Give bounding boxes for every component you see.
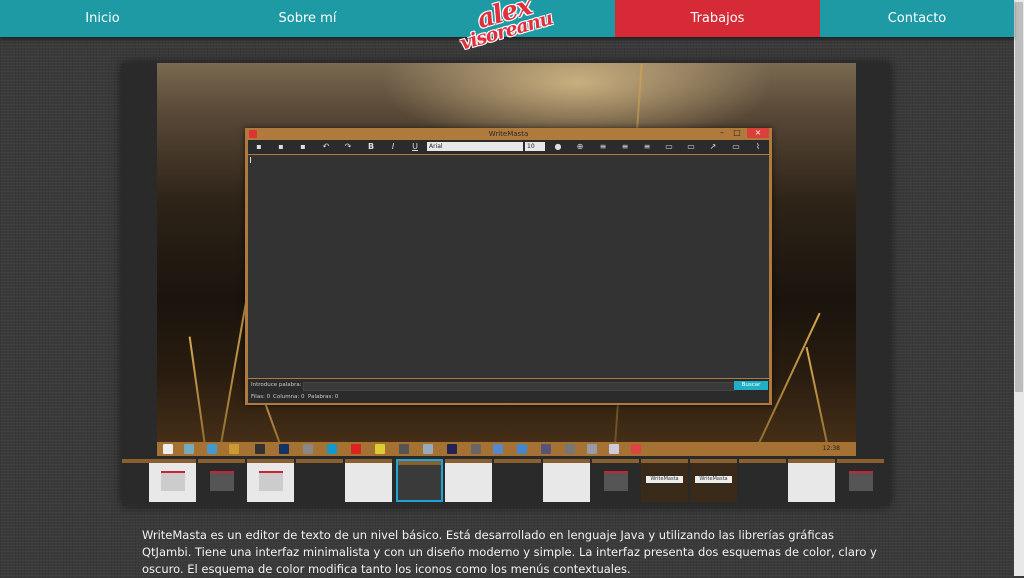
thumbnail[interactable] bbox=[149, 459, 196, 502]
site-logo[interactable]: alex visoreanu bbox=[455, 0, 555, 55]
app-icon[interactable] bbox=[517, 444, 527, 454]
thumbnail[interactable] bbox=[543, 459, 590, 502]
crosshair-icon[interactable]: ⊕ bbox=[575, 142, 585, 152]
scrollbar-thumb[interactable] bbox=[1015, 2, 1023, 392]
app-icon[interactable] bbox=[471, 444, 481, 454]
close-button[interactable]: × bbox=[747, 128, 769, 138]
thumbnail[interactable] bbox=[592, 459, 639, 502]
search-input[interactable] bbox=[303, 382, 735, 391]
window-icon[interactable]: ▭ bbox=[664, 142, 674, 152]
os-taskbar: 12:38 bbox=[157, 442, 856, 456]
app-icon[interactable] bbox=[565, 444, 575, 454]
save-icon[interactable]: ▪ bbox=[298, 142, 308, 152]
thumbnail-label: WriteMasta bbox=[646, 476, 683, 483]
status-words: Palabras: 0 bbox=[308, 394, 339, 400]
text-cursor bbox=[250, 157, 251, 163]
editor-toolbar: ▪ ▪ ▪ ↶ ↷ B I U Arial 10 ● ⊕ ≡ ≡ ≡ ▭ ▭ ↗… bbox=[248, 140, 769, 154]
thumbnail[interactable] bbox=[247, 459, 294, 502]
skype-icon[interactable] bbox=[327, 444, 337, 454]
app-icon[interactable] bbox=[493, 444, 503, 454]
open-folder-icon[interactable]: ▪ bbox=[276, 142, 286, 152]
font-select[interactable]: Arial bbox=[427, 142, 523, 151]
new-file-icon[interactable]: ▪ bbox=[254, 142, 264, 152]
status-rows: Filas: 0 bbox=[251, 394, 271, 400]
redo-icon[interactable]: ↷ bbox=[343, 142, 353, 152]
app-icon[interactable] bbox=[447, 444, 457, 454]
nav-trabajos[interactable]: Trabajos bbox=[615, 0, 820, 37]
export-icon[interactable]: ↗ bbox=[708, 142, 718, 152]
thumbnail[interactable] bbox=[445, 459, 492, 502]
taskbar-clock: 12:38 bbox=[822, 445, 840, 452]
app-icon[interactable] bbox=[375, 444, 385, 454]
project-description: WriteMasta es un editor de texto de un n… bbox=[142, 528, 877, 576]
steam-icon[interactable] bbox=[255, 444, 265, 454]
start-icon[interactable] bbox=[163, 444, 173, 454]
project-screenshot: WriteMasta – □ × ▪ ▪ ▪ ↶ ↷ B I U Arial 1… bbox=[157, 63, 856, 456]
thumbnail[interactable] bbox=[739, 459, 786, 502]
status-column: Columna: 0 bbox=[273, 394, 305, 400]
search-panel: Introduce palabra: Buscar Filas: 0 Colum… bbox=[248, 379, 769, 403]
photoshop-icon[interactable] bbox=[279, 444, 289, 454]
maximize-button[interactable]: □ bbox=[730, 128, 744, 138]
app-icon[interactable] bbox=[423, 444, 433, 454]
info-icon[interactable]: ● bbox=[553, 142, 563, 152]
writemasta-window: WriteMasta – □ × ▪ ▪ ▪ ↶ ↷ B I U Arial 1… bbox=[245, 128, 772, 405]
opera-icon[interactable] bbox=[351, 444, 361, 454]
grass-stalk bbox=[188, 336, 208, 456]
nav-contacto[interactable]: Contacto bbox=[820, 0, 1014, 37]
grass-stalk bbox=[805, 346, 831, 456]
underline-icon[interactable]: U bbox=[410, 142, 420, 152]
project-gallery: WriteMasta – □ × ▪ ▪ ▪ ↶ ↷ B I U Arial 1… bbox=[122, 63, 890, 506]
undo-icon[interactable]: ↶ bbox=[321, 142, 331, 152]
chrome-icon[interactable] bbox=[229, 444, 239, 454]
thumbnail[interactable] bbox=[296, 459, 343, 502]
thumbnail[interactable] bbox=[837, 459, 884, 502]
app-icon[interactable] bbox=[303, 444, 313, 454]
align-right-icon[interactable]: ≡ bbox=[642, 142, 652, 152]
bold-icon[interactable]: B bbox=[366, 142, 376, 152]
app-icon[interactable] bbox=[399, 444, 409, 454]
app-icon[interactable] bbox=[587, 444, 597, 454]
search-button[interactable]: Buscar bbox=[734, 381, 768, 390]
page-scrollbar[interactable] bbox=[1014, 0, 1024, 576]
thumbnail[interactable] bbox=[345, 459, 392, 502]
italic-icon[interactable]: I bbox=[388, 142, 398, 152]
panel-icon[interactable]: ▭ bbox=[686, 142, 696, 152]
text-editor-area[interactable] bbox=[248, 155, 769, 378]
grass-stalk bbox=[218, 297, 248, 455]
nav-sobre-mi[interactable]: Sobre mí bbox=[205, 0, 410, 37]
thumbnail-label: WriteMasta bbox=[695, 476, 732, 483]
thumbnail-strip: WriteMasta WriteMasta bbox=[122, 459, 890, 506]
explorer-icon[interactable] bbox=[184, 444, 194, 454]
minimize-button[interactable]: – bbox=[715, 128, 729, 138]
align-center-icon[interactable]: ≡ bbox=[620, 142, 630, 152]
thumbnail-selected[interactable] bbox=[396, 459, 443, 502]
attach-icon[interactable]: ⌇ bbox=[753, 142, 763, 152]
writemasta-task-icon[interactable] bbox=[631, 444, 641, 454]
align-left-icon[interactable]: ≡ bbox=[598, 142, 608, 152]
fullscreen-icon[interactable]: ▭ bbox=[731, 142, 741, 152]
font-size-select[interactable]: 10 bbox=[525, 142, 545, 151]
thumbnail[interactable] bbox=[788, 459, 835, 502]
thumbnail[interactable] bbox=[198, 459, 245, 502]
nav-inicio[interactable]: Inicio bbox=[0, 0, 205, 37]
window-title: WriteMasta bbox=[488, 130, 529, 138]
mail-icon[interactable] bbox=[207, 444, 217, 454]
top-nav: Inicio Sobre mí Trabajos Contacto alex v… bbox=[0, 0, 1014, 55]
thumbnail[interactable]: WriteMasta bbox=[641, 459, 688, 502]
thumbnail[interactable]: WriteMasta bbox=[690, 459, 737, 502]
app-icon[interactable] bbox=[609, 444, 619, 454]
search-label: Introduce palabra: bbox=[251, 382, 302, 388]
thumbnail[interactable] bbox=[494, 459, 541, 502]
app-icon[interactable] bbox=[541, 444, 551, 454]
